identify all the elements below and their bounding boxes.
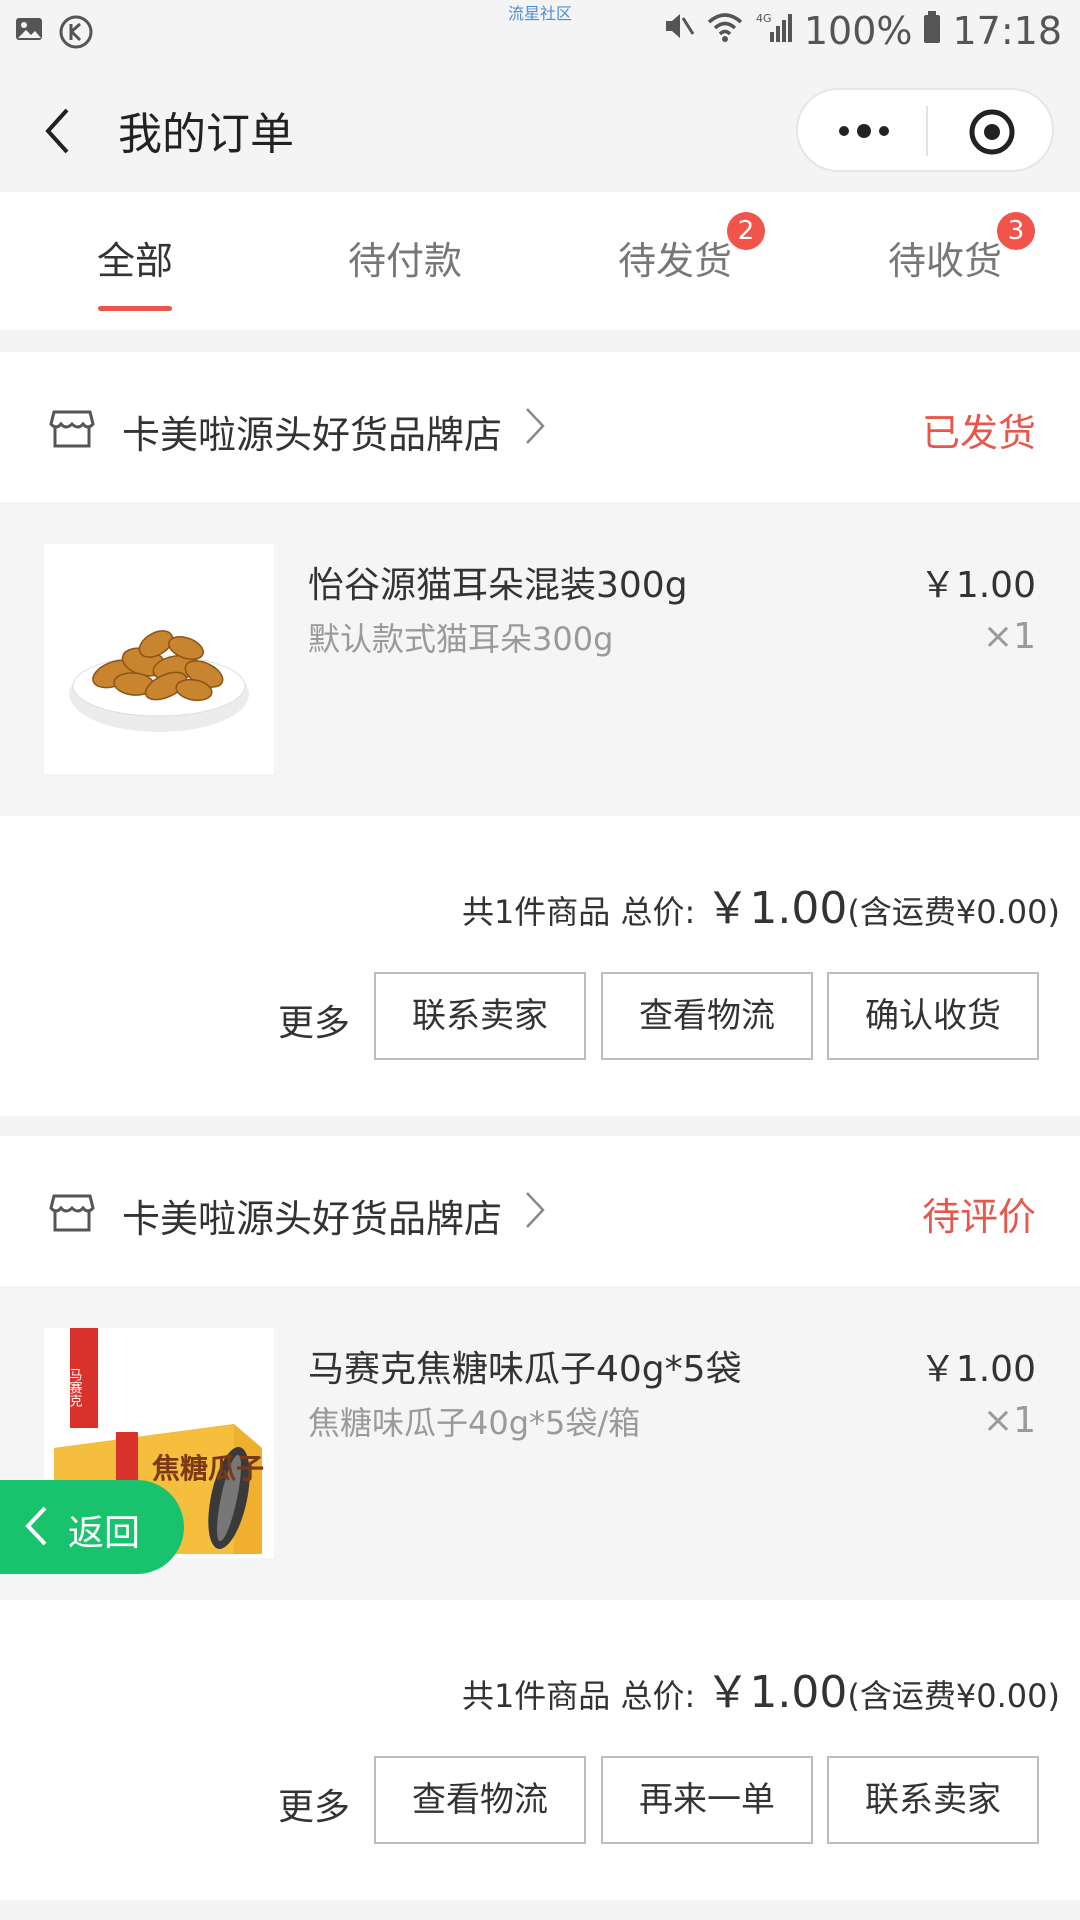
shop-row[interactable]: 卡美啦源头好货品牌店 已发货	[0, 352, 1080, 502]
order-card: 卡美啦源头好货品牌店 已发货 怡谷源猫耳朵混装300g 默认款式猫耳朵300g …	[0, 352, 1080, 1116]
summary-total: ￥1.00	[705, 1667, 848, 1718]
status-bar: 流星社区 4G 100% 17:18	[0, 0, 1080, 64]
order-tabs: 全部 待付款 待发货 2 待收货 3	[0, 192, 1080, 330]
order-summary: 共1件商品 总价: ￥1.00(含运费¥0.00)	[462, 1656, 1060, 1720]
mini-program-capsule	[796, 88, 1054, 172]
pending-shipment-badge: 2	[727, 212, 765, 250]
chevron-left-icon	[22, 1504, 50, 1552]
tab-pending-payment[interactable]: 待付款	[270, 230, 540, 285]
shop-icon	[48, 404, 96, 456]
order-status: 已发货	[921, 411, 1036, 455]
product-price: ￥1.00	[919, 565, 1036, 606]
tab-pending-shipment[interactable]: 待发货	[540, 230, 810, 285]
summary-total: ￥1.00	[705, 883, 848, 934]
contact-seller-button[interactable]: 联系卖家	[374, 972, 586, 1060]
chevron-right-icon	[524, 1190, 546, 1234]
shop-name: 卡美啦源头好货品牌店	[122, 413, 503, 457]
shop-row[interactable]: 卡美啦源头好货品牌店 待评价	[0, 1136, 1080, 1286]
product-name: 怡谷源猫耳朵混装300g	[308, 565, 688, 606]
svg-text:焦糖瓜子: 焦糖瓜子	[152, 1452, 264, 1485]
capsule-divider	[926, 106, 928, 156]
product-quantity: ×1	[982, 616, 1036, 657]
order-summary: 共1件商品 总价: ￥1.00(含运费¥0.00)	[462, 872, 1060, 936]
more-dots-icon[interactable]	[836, 118, 892, 148]
battery-icon	[922, 9, 942, 53]
reorder-button[interactable]: 再来一单	[601, 1756, 813, 1844]
tab-pending-receipt[interactable]: 待收货	[810, 230, 1080, 285]
close-miniprogram-icon[interactable]	[968, 108, 1016, 160]
pending-receipt-badge: 3	[997, 212, 1035, 250]
contact-seller-button[interactable]: 联系卖家	[827, 1756, 1039, 1844]
summary-count: 共1件商品 总价:	[461, 1677, 696, 1715]
product-image	[44, 544, 274, 774]
more-button[interactable]: 更多	[278, 994, 350, 1046]
back-arrow-icon[interactable]	[42, 106, 72, 160]
product-quantity: ×1	[982, 1400, 1036, 1441]
nav-bar: 我的订单	[0, 64, 1080, 192]
floating-back-button[interactable]: 返回	[0, 1480, 184, 1574]
mute-icon	[660, 8, 696, 53]
summary-count: 共1件商品 总价:	[461, 893, 696, 931]
view-logistics-button[interactable]: 查看物流	[601, 972, 813, 1060]
view-logistics-button[interactable]: 查看物流	[374, 1756, 586, 1844]
chevron-right-icon	[524, 406, 546, 450]
more-button[interactable]: 更多	[278, 1778, 350, 1830]
svg-text:4G: 4G	[756, 12, 772, 25]
order-actions: 更多 查看物流 再来一单 联系卖家	[0, 1756, 1080, 1846]
product-price: ￥1.00	[919, 1349, 1036, 1390]
product-spec: 默认款式猫耳朵300g	[308, 620, 614, 658]
wifi-icon	[706, 9, 744, 53]
order-status: 待评价	[921, 1195, 1036, 1239]
signal-icon: 4G	[754, 9, 794, 53]
battery-percent: 100%	[803, 8, 913, 53]
svg-text:马赛克: 马赛克	[67, 1368, 83, 1408]
product-spec: 焦糖味瓜子40g*5袋/箱	[308, 1404, 641, 1442]
tab-all[interactable]: 全部	[0, 230, 270, 285]
page-title: 我的订单	[118, 109, 294, 160]
active-tab-indicator	[98, 306, 172, 311]
summary-shipping: (含运费¥0.00)	[847, 893, 1060, 931]
confirm-receipt-button[interactable]: 确认收货	[827, 972, 1039, 1060]
floating-back-label: 返回	[68, 1513, 141, 1554]
product-name: 马赛克焦糖味瓜子40g*5袋	[308, 1349, 742, 1390]
order-actions: 更多 联系卖家 查看物流 确认收货	[0, 972, 1080, 1062]
order-item[interactable]: 怡谷源猫耳朵混装300g 默认款式猫耳朵300g ￥1.00 ×1	[0, 502, 1080, 816]
shop-name: 卡美啦源头好货品牌店	[122, 1197, 503, 1241]
summary-shipping: (含运费¥0.00)	[847, 1677, 1060, 1715]
shop-icon	[48, 1188, 96, 1240]
clock: 17:18	[952, 8, 1062, 53]
